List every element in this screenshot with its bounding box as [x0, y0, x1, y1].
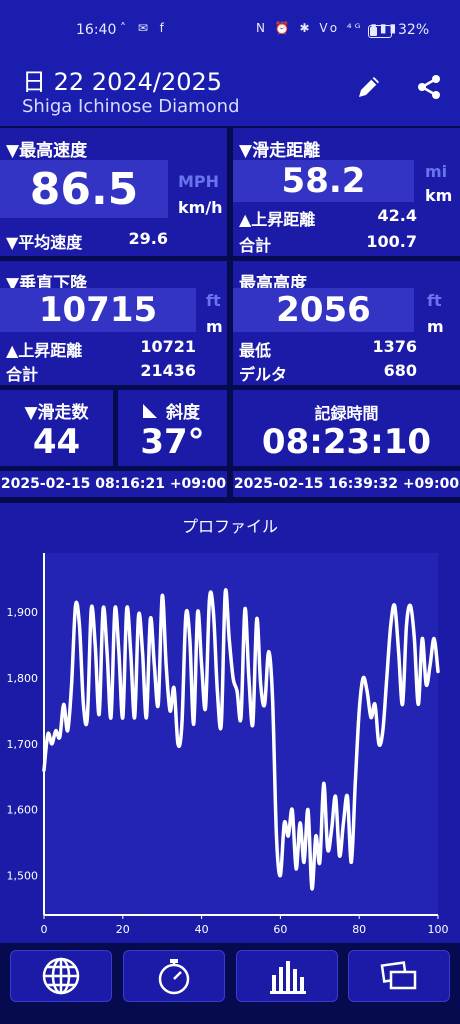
record-time-value: 08:23:10: [261, 422, 432, 462]
record-time-card: 記録時間 08:23:10: [233, 390, 460, 466]
x-tick-label: 60: [273, 923, 287, 936]
max-speed-label: ▼最高速度: [6, 141, 88, 161]
max-altitude-value: 2056: [233, 288, 414, 332]
share-icon: [418, 75, 440, 99]
stopwatch-icon: [158, 959, 190, 995]
slope-value: 37°: [140, 422, 205, 462]
elevation-profile-chart[interactable]: 1,500 1,600 1,700 1,800 1,900 0 20 40 60 80 100: [0, 503, 460, 943]
runs-label: ▼滑走数: [24, 403, 89, 423]
ski-distance-card: ▼滑走距離 58.2 mi km ▲上昇距離 42.4 合計 100.7: [233, 128, 460, 256]
avg-speed-label: ▼平均速度: [6, 233, 83, 252]
start-timestamp: 2025-02-15 08:16:21 +09:00: [0, 471, 227, 497]
ski-distance-label: ▼滑走距離: [239, 141, 321, 161]
vertical-ascent-value: 10721: [140, 337, 196, 356]
max-altitude-card: 最高高度 2056 ft m 最低 1376 デルタ 680: [233, 261, 460, 385]
page-title: 日 22 2024/2025: [22, 68, 223, 96]
x-tick-label: 0: [41, 923, 48, 936]
max-altitude-unit[interactable]: m: [427, 317, 444, 336]
nav-map-button[interactable]: [10, 950, 112, 1002]
vertical-descent-card: ▼垂直下降 10715 ft m ▲上昇距離 10721 合計 21436: [0, 261, 227, 385]
y-tick-label: 1,900: [7, 606, 39, 619]
x-tick-label: 100: [428, 923, 449, 936]
x-tick-label: 40: [195, 923, 209, 936]
share-button[interactable]: [412, 70, 446, 104]
gallery-icon: [380, 961, 417, 990]
ski-ascent-label: ▲上昇距離: [239, 210, 316, 229]
notification-icons: ˄ ✉ f: [120, 21, 168, 35]
edit-button[interactable]: [352, 70, 386, 104]
y-tick-label: 1,500: [7, 870, 39, 883]
app-header: 日 22 2024/2025 Shiga Ichinose Diamond: [0, 58, 460, 126]
bar-chart-icon: [270, 961, 306, 994]
battery-percent: 32%: [398, 22, 430, 38]
delta-altitude-label: デルタ: [239, 365, 288, 384]
vertical-total-label: 合計: [6, 365, 39, 384]
vertical-total-value: 21436: [140, 361, 196, 380]
battery-icon: [368, 25, 392, 38]
status-time: 16:40: [76, 22, 117, 38]
ski-distance-unit[interactable]: km: [425, 186, 452, 205]
ski-distance-value: 58.2: [233, 160, 414, 202]
nav-stopwatch-button[interactable]: [123, 950, 225, 1002]
ski-total-value: 100.7: [366, 232, 417, 251]
max-speed-unit-alt[interactable]: MPH: [178, 172, 219, 191]
y-tick-label: 1,800: [7, 672, 39, 685]
y-tick-label: 1,700: [7, 738, 39, 751]
vertical-descent-value: 10715: [0, 288, 196, 332]
vertical-descent-unit-alt[interactable]: ft: [206, 291, 221, 310]
x-tick-label: 80: [352, 923, 366, 936]
vertical-ascent-label: ▲上昇距離: [6, 341, 83, 360]
pencil-icon: [359, 77, 379, 97]
max-speed-card: ▼最高速度 86.5 MPH km/h ▼平均速度 29.6: [0, 128, 227, 256]
profile-panel: プロファイル 1,500 1,600 1,700 1,800 1,900 0 20 40 60 8…: [0, 503, 460, 943]
status-bar: 16:40 ˄ ✉ f N ⏰ ✱ Vo ⁴ᴳ ▮▮▮ 32%: [0, 0, 460, 58]
ski-distance-unit-alt[interactable]: mi: [425, 162, 447, 181]
y-tick-label: 1,600: [7, 804, 39, 817]
min-altitude-label: 最低: [239, 341, 272, 360]
slope-label: 斜度: [166, 403, 200, 423]
max-speed-value: 86.5: [0, 160, 168, 218]
nav-stats-button[interactable]: [236, 950, 338, 1002]
ski-ascent-value: 42.4: [377, 206, 417, 225]
ski-total-label: 合計: [239, 236, 272, 255]
min-altitude-value: 1376: [372, 337, 417, 356]
slope-header: 斜度: [142, 398, 200, 423]
end-timestamp: 2025-02-15 16:39:32 +09:00: [233, 471, 460, 497]
max-speed-unit[interactable]: km/h: [178, 198, 223, 217]
globe-icon: [42, 957, 80, 995]
record-time-label: 記録時間: [314, 404, 379, 423]
vertical-descent-unit[interactable]: m: [206, 317, 223, 336]
bottom-nav: [0, 944, 460, 1024]
nav-photos-button[interactable]: [348, 950, 450, 1002]
avg-speed-value: 29.6: [128, 229, 168, 248]
runs-value: 44: [32, 422, 81, 462]
slope-icon: [143, 403, 157, 418]
runs-card: ▼滑走数 44: [0, 390, 113, 466]
slope-card: 斜度 37°: [118, 390, 227, 466]
x-tick-label: 20: [116, 923, 130, 936]
max-altitude-unit-alt[interactable]: ft: [427, 291, 442, 310]
delta-altitude-value: 680: [383, 361, 417, 380]
resort-name: Shiga Ichinose Diamond: [22, 96, 240, 117]
